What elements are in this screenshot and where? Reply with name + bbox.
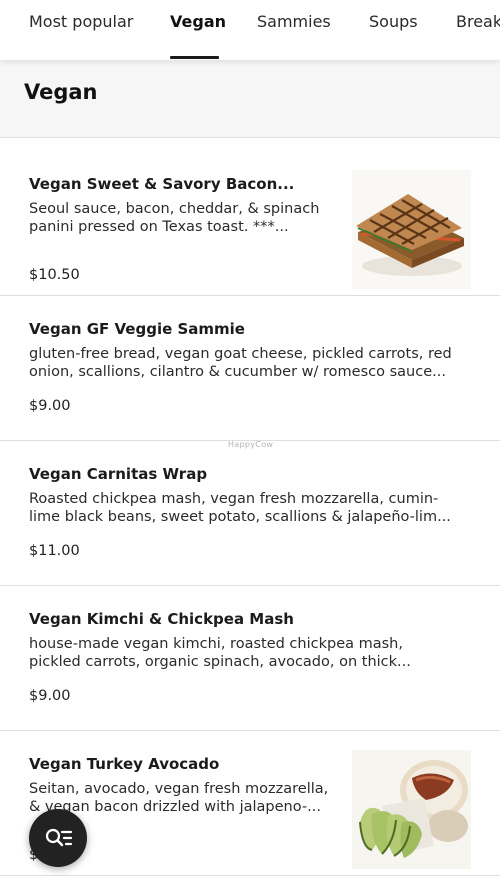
tab-vegan[interactable]: Vegan	[170, 12, 226, 31]
item-name: Vegan Kimchi & Chickpea Mash	[29, 610, 294, 628]
section-title: Vegan	[24, 80, 98, 104]
menu-item[interactable]: Vegan GF Veggie Sammie gluten-free bread…	[0, 296, 500, 441]
item-description: gluten-free bread, vegan goat cheese, pi…	[29, 346, 452, 380]
tab-sammies[interactable]: Sammies	[257, 12, 331, 31]
item-photo	[352, 170, 471, 289]
category-tabs: Most popular Vegan Sammies Soups Break	[0, 0, 500, 60]
item-price: $9.00	[29, 688, 71, 704]
tab-soups[interactable]: Soups	[369, 12, 418, 31]
menu-search-button[interactable]	[29, 809, 87, 867]
search-list-icon	[45, 828, 73, 847]
panini-sandwich-photo	[352, 170, 471, 289]
item-name: Vegan Turkey Avocado	[29, 755, 220, 773]
menu-item[interactable]: Vegan Kimchi & Chickpea Mash house-made …	[0, 586, 500, 731]
item-price: $10.50	[29, 267, 80, 283]
watermark: HappyCow	[228, 440, 274, 449]
menu-item[interactable]: Vegan Carnitas Wrap Roasted chickpea mas…	[0, 441, 500, 586]
item-name: Vegan Carnitas Wrap	[29, 465, 208, 483]
item-photo	[352, 750, 471, 869]
item-name: Vegan Sweet & Savory Bacon...	[29, 175, 295, 193]
tab-most-popular[interactable]: Most popular	[29, 12, 133, 31]
avocado-sandwich-photo	[352, 750, 471, 869]
item-name: Vegan GF Veggie Sammie	[29, 320, 245, 338]
item-price: $11.00	[29, 543, 80, 559]
menu-item[interactable]: Vegan Sweet & Savory Bacon... Seoul sauc…	[0, 151, 500, 296]
item-description: house-made vegan kimchi, roasted chickpe…	[29, 636, 411, 670]
item-description: Seoul sauce, bacon, cheddar, & spinach p…	[29, 201, 320, 235]
tab-breakfast[interactable]: Break	[456, 12, 500, 31]
active-tab-indicator	[170, 56, 219, 59]
item-description: Roasted chickpea mash, vegan fresh mozza…	[29, 491, 451, 525]
item-price: $9.00	[29, 398, 71, 414]
